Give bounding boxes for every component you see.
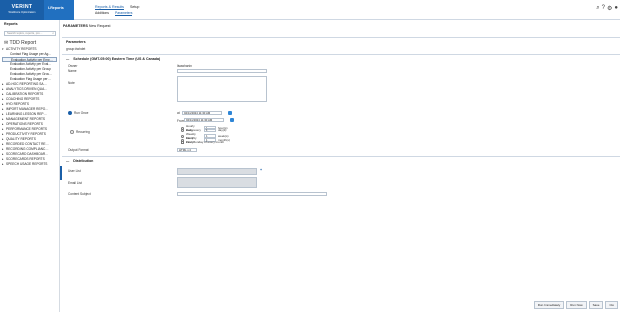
- settings-icon[interactable]: ⚙: [607, 5, 612, 12]
- search-icon[interactable]: ⌕: [52, 32, 54, 35]
- sidebar-item-label: HYD REPORTS: [6, 102, 29, 106]
- search-placeholder: Search topics, reports, pro…: [7, 31, 43, 35]
- schedule-section-header[interactable]: — Schedule (GMT-05:00) Eastern Time (US &…: [66, 57, 160, 61]
- name-field[interactable]: [177, 69, 267, 73]
- page-title-bold: PARAMETERS: [63, 24, 88, 28]
- recurring-option[interactable]: First Monday of every month: [181, 140, 224, 144]
- from-datetime-field[interactable]: 04/11/2024 11:30 AM: [184, 118, 224, 122]
- top-bar: VERINT Workforce Optimization I-Reports …: [0, 0, 620, 20]
- from-datetime: 04/11/2024 11:30 AM: [186, 118, 213, 122]
- sidebar-item-label: IMPORT MANAGER REPO…: [6, 107, 49, 111]
- sidebar-item-label: RECORDING COMPLIANC…: [6, 147, 49, 151]
- note-field[interactable]: [177, 76, 267, 102]
- user-list-field[interactable]: [177, 168, 257, 175]
- owner-label: Owner: [68, 64, 78, 68]
- divider: [62, 37, 620, 38]
- verint-logo[interactable]: VERINT Workforce Optimization: [0, 0, 44, 20]
- output-format-label: Output Format: [68, 148, 89, 152]
- sidebar-item-label: Evaluation Activity per Group: [10, 67, 51, 71]
- sidebar-item-label: CALIBRATION REPORTS: [6, 92, 44, 96]
- user-list-label: User List: [68, 169, 81, 173]
- tab-parameters[interactable]: Parameters: [114, 11, 133, 16]
- main-panel: PARAMETERS New Request Parameters group:…: [62, 20, 620, 312]
- close-button[interactable]: Clo: [605, 301, 618, 309]
- owner-value: lisawhanin: [177, 64, 192, 68]
- schedule-section-title: Schedule (GMT-05:00) Eastern Time (US & …: [73, 57, 161, 61]
- run-once-radio[interactable]: [68, 111, 72, 115]
- sidebar-title: Reports: [4, 22, 18, 26]
- run-immediately-button[interactable]: Run Immediately: [533, 301, 565, 309]
- brand-name: VERINT: [11, 4, 33, 10]
- collapse-icon: —: [66, 57, 70, 61]
- footer-buttons: Run Immediately Run Now Save Clo: [533, 301, 618, 309]
- sidebar-item-label: MANAGEMENT REPORTS: [6, 117, 46, 121]
- sidebar-item-label: Contact Flag Usage per Ag…: [10, 52, 52, 56]
- divider: [62, 156, 620, 157]
- sidebar-item-label: PERFORMANCE REPORTS: [6, 127, 48, 131]
- recurring-option-label: First Monday of every month: [186, 140, 225, 144]
- sidebar-item-label: ANALYTICS DRIVEN QUA…: [6, 87, 48, 91]
- user-icon[interactable]: ●: [614, 5, 618, 12]
- sidebar-item[interactable]: Contact Flag Usage per Ag…: [2, 52, 57, 57]
- run-once-datetime-field[interactable]: 04/11/2024 11:30 AM: [182, 111, 222, 115]
- sidebar-item-label: Evaluation Activity per Eval…: [10, 62, 52, 66]
- sidebar-item-label: Evaluation Flag Usage per…: [10, 77, 51, 81]
- distribution-section-title: Distribution: [73, 159, 94, 163]
- run-now-button[interactable]: Run Now: [566, 301, 587, 309]
- run-once-at-label: at: [177, 111, 180, 115]
- sidebar-item-label: SCORECARD DASHBOAR…: [6, 152, 49, 156]
- app-name[interactable]: I-Reports: [44, 0, 74, 20]
- sidebar-item-label: RECORDED CONTACT RE…: [6, 142, 49, 146]
- recurring-label: Recurring: [76, 130, 90, 134]
- email-list-field[interactable]: [177, 177, 257, 188]
- sidebar-item[interactable]: ▸ SPEECH USAGE REPORTS: [2, 162, 57, 167]
- page-title: PARAMETERS New Request: [62, 20, 620, 28]
- output-format-value: HTML v.4: [179, 148, 191, 152]
- top-icons: ⌕ ? ⚙ ●: [596, 5, 618, 12]
- sidebar-item-label: COACHING REPORTS: [6, 97, 40, 101]
- name-label: Name: [68, 69, 77, 73]
- sidebar-item-label: QUALITY REPORTS: [6, 137, 36, 141]
- nav-setup[interactable]: Setup: [130, 5, 139, 9]
- secondary-nav: Additions Parameters: [95, 11, 133, 16]
- recurring-radio[interactable]: [70, 130, 74, 134]
- calendar-icon[interactable]: [230, 118, 234, 122]
- sidebar: Reports Search topics, reports, pro… ⌕ ✉…: [0, 20, 60, 312]
- sidebar-item-label: LEARNING LESSON REP…: [6, 112, 47, 116]
- search-icon[interactable]: ⌕: [596, 5, 599, 12]
- checkbox-icon[interactable]: [181, 140, 184, 144]
- note-label: Note: [68, 81, 75, 85]
- run-once-datetime: 04/11/2024 11:30 AM: [184, 111, 211, 115]
- parameters-label: Parameters: [66, 40, 86, 44]
- primary-nav: Reports & Results Setup: [95, 5, 139, 9]
- sidebar-item-label: PRODUCTIVITY REPORTS: [6, 132, 46, 136]
- sidebar-item-label: Evaluation Activity per Grou…: [10, 72, 53, 76]
- report-root[interactable]: ✉ TDD Report: [0, 39, 59, 47]
- email-list-label: Email List: [68, 181, 82, 185]
- parameters-value: group:#whdet: [66, 47, 86, 51]
- save-button[interactable]: Save: [588, 301, 604, 309]
- collapse-icon: —: [66, 159, 70, 163]
- divider: [62, 54, 620, 55]
- add-user-button[interactable]: +: [260, 168, 262, 172]
- report-tree: ▾ ACTIVITY REPORTS Contact Flag Usage per …: [0, 47, 59, 167]
- calendar-icon[interactable]: [228, 111, 232, 115]
- content-subject-field[interactable]: [177, 192, 327, 196]
- sidebar-item-label: SCORECARDS REPORTS: [6, 157, 45, 161]
- content-subject-label: Content Subject: [68, 192, 91, 196]
- sidebar-item-label: AD-HOC REPORTING SA…: [6, 82, 47, 86]
- output-format-select[interactable]: HTML v.4: [177, 148, 197, 152]
- sidebar-item-label: SPEECH USAGE REPORTS: [6, 162, 48, 166]
- help-icon[interactable]: ?: [602, 5, 605, 12]
- sidebar-item-label: OPERATIONS REPORTS: [6, 122, 43, 126]
- distribution-section-header[interactable]: — Distribution: [66, 159, 93, 163]
- brand-subtitle: Workforce Optimization: [8, 11, 36, 14]
- tab-additions[interactable]: Additions: [95, 11, 109, 16]
- sidebar-search-input[interactable]: Search topics, reports, pro… ⌕: [4, 31, 56, 36]
- run-once-label: Run Once: [74, 111, 89, 115]
- sidebar-item-label: ACTIVITY REPORTS: [6, 47, 37, 51]
- nav-reports-results[interactable]: Reports & Results: [95, 5, 124, 9]
- page-title-rest: New Request: [87, 24, 111, 28]
